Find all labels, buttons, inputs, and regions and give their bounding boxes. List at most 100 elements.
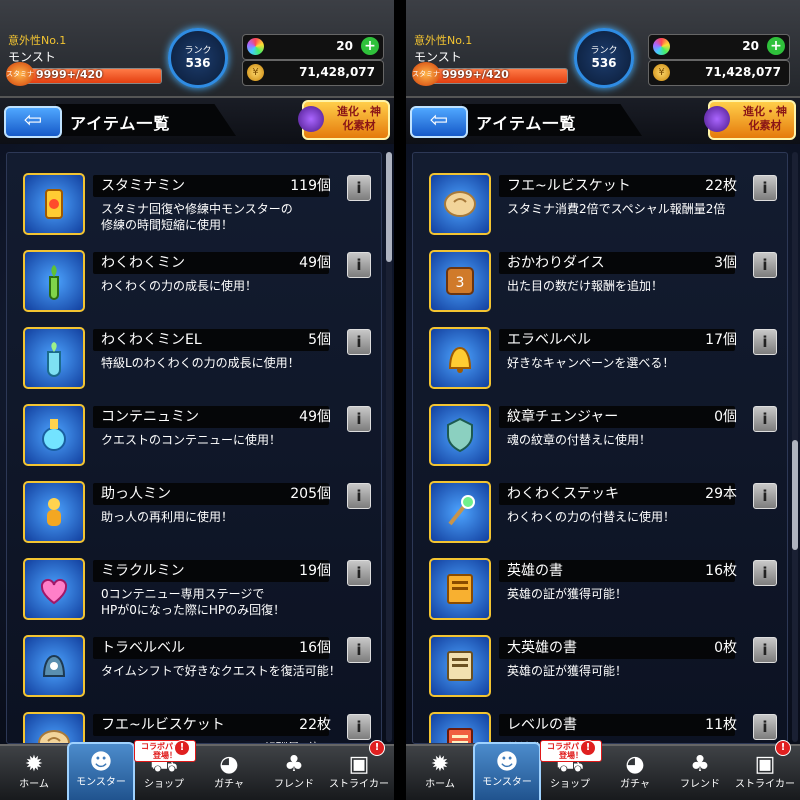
nav-label: ガチャ — [620, 779, 650, 790]
item-name: フエ~ルビスケット — [101, 717, 225, 733]
info-button[interactable]: i — [347, 637, 371, 663]
nav-label: ストライカー — [735, 779, 795, 790]
nav-label: ストライカー — [329, 779, 389, 790]
info-button[interactable]: i — [753, 175, 777, 201]
stamina-icon: スタミナ — [6, 62, 34, 86]
item-list[interactable]: スタミナミン 119個 i スタミナ回復や修練中モンスターの 修練の時間短縮に使… — [6, 152, 382, 744]
striker-card-icon: ▣ — [348, 752, 370, 777]
item-count: 17個 — [705, 332, 737, 348]
item-count: 16枚 — [705, 563, 737, 579]
list-item[interactable]: 紋章チェンジャー 0個 i 魂の紋章の付替えに使用！ — [419, 392, 781, 466]
list-item[interactable]: コンテニュミン 49個 i クエストのコンテニューに使用！ — [13, 392, 375, 466]
home-icon: ✹ — [24, 752, 44, 777]
list-item[interactable]: スタミナミン 119個 i スタミナ回復や修練中モンスターの 修練の時間短縮に使… — [13, 161, 375, 235]
sprout-bottle-icon — [23, 250, 85, 312]
list-item[interactable]: 助っ人ミン 205個 i 助っ人の再利用に使用！ — [13, 469, 375, 543]
nav-home[interactable]: ✹ ホーム — [408, 746, 472, 800]
list-item[interactable]: エラベルベル 17個 i 好きなキャンペーンを選べる！ — [419, 315, 781, 389]
scroll-thumb[interactable] — [792, 440, 798, 550]
nav-gacha-egg[interactable]: ◕ ガチャ — [197, 746, 261, 800]
alert-badge: ! — [775, 740, 791, 756]
back-arrow-icon: ⇦ — [429, 108, 449, 133]
list-item[interactable]: 大英雄の書 0枚 i 英雄の証が獲得可能！ — [419, 623, 781, 697]
add-gems-button[interactable]: + — [361, 37, 379, 55]
item-name: わくわくミン — [101, 255, 185, 271]
nav-shop-cart[interactable]: ⛟ ショップ コラボパック登場！! — [132, 740, 196, 800]
page-title: アイテム一覧 — [476, 114, 577, 133]
list-item[interactable]: トラベルベル 16個 i タイムシフトで好きなクエストを復活可能！ — [13, 623, 375, 697]
info-button[interactable]: i — [347, 406, 371, 432]
info-button[interactable]: i — [753, 252, 777, 278]
nav-friend[interactable]: ♣ フレンド — [262, 746, 326, 800]
nav-gacha-egg[interactable]: ◕ ガチャ — [603, 746, 667, 800]
rank-badge[interactable]: ランク 536 — [168, 28, 228, 88]
nav-striker-card[interactable]: ▣ ストライカー! — [327, 740, 391, 800]
item-name: スタミナミン — [101, 178, 185, 194]
list-item[interactable]: わくわくミン 49個 i わくわくの力の成長に使用！ — [13, 238, 375, 312]
orb-icon — [653, 38, 670, 55]
item-count: 19個 — [299, 563, 331, 579]
info-button[interactable]: i — [753, 637, 777, 663]
add-gems-button[interactable]: + — [767, 37, 785, 55]
evolution-materials-button[interactable]: 進化・神化素材 — [704, 100, 796, 140]
item-description: スタミナ消費2倍でスペシャル報酬量2倍 — [507, 202, 726, 216]
page-title: アイテム一覧 — [70, 114, 171, 133]
stamina-icon: スタミナ — [412, 62, 440, 86]
item-name: わくわくミンEL — [101, 332, 202, 348]
info-button[interactable]: i — [347, 252, 371, 278]
back-button[interactable]: ⇦ — [4, 106, 62, 138]
nav-home[interactable]: ✹ ホーム — [2, 746, 66, 800]
list-item[interactable]: レベルの書 11枚 i 獣神化モンスターの レベル上限を120に解放！ — [419, 700, 781, 743]
list-item[interactable]: 英雄の書 16枚 i 英雄の証が獲得可能！ — [419, 546, 781, 620]
back-button[interactable]: ⇦ — [410, 106, 468, 138]
coin-value: 71,428,077 — [705, 65, 781, 79]
info-button[interactable]: i — [753, 406, 777, 432]
nav-friend[interactable]: ♣ フレンド — [668, 746, 732, 800]
info-button[interactable]: i — [753, 560, 777, 586]
item-list[interactable]: フエ~ルビスケット 22枚 i スタミナ消費2倍でスペシャル報酬量2倍 3 おか… — [412, 152, 788, 744]
list-item[interactable]: フエ~ルビスケット 22枚 i スタミナ消費2倍でスペシャル報酬量2倍 — [419, 161, 781, 235]
info-button[interactable]: i — [347, 483, 371, 509]
alert-badge: ! — [580, 740, 596, 756]
nav-monster[interactable]: ☻ モンスター — [67, 742, 135, 800]
travel-bell-icon — [23, 635, 85, 697]
list-item[interactable]: わくわくステッキ 29本 i わくわくの力の付替えに使用！ — [419, 469, 781, 543]
list-item[interactable]: ミラクルミン 19個 i 0コンテニュー専用ステージで HPが0になった際にHP… — [13, 546, 375, 620]
item-name: レベルの書 — [507, 717, 577, 733]
nav-striker-card[interactable]: ▣ ストライカー! — [733, 740, 797, 800]
item-name: わくわくステッキ — [507, 486, 619, 502]
info-button[interactable]: i — [347, 560, 371, 586]
nav-monster[interactable]: ☻ モンスター — [473, 742, 541, 800]
left-screen: 意外性No.1 モンスト スタミナ 9999+/420 ランク 536 20 +… — [0, 0, 394, 800]
wand-icon — [429, 481, 491, 543]
evolution-materials-button[interactable]: 進化・神化素材 — [298, 100, 390, 140]
info-button[interactable]: i — [347, 175, 371, 201]
nav-shop-cart[interactable]: ⛟ ショップ コラボパック登場！! — [538, 740, 602, 800]
el-bottle-icon — [23, 327, 85, 389]
gem-value: 20 — [742, 39, 759, 53]
info-button[interactable]: i — [753, 714, 777, 740]
info-button[interactable]: i — [753, 483, 777, 509]
info-button[interactable]: i — [347, 329, 371, 355]
continue-flask-icon — [23, 404, 85, 466]
evolution-materials-label: 進化・神化素材 — [743, 105, 787, 132]
item-description: わくわくの力の成長に使用！ — [101, 279, 258, 293]
nav-label: ホーム — [425, 779, 455, 790]
item-name: ミラクルミン — [101, 563, 185, 579]
item-description: スタミナ回復や修練中モンスターの 修練の時間短縮に使用！ — [101, 202, 293, 232]
item-name: コンテニュミン — [101, 409, 199, 425]
list-item[interactable]: フエ~ルビスケット 22枚 i スタミナ消費2倍でスペシャル報酬量2倍 — [13, 700, 375, 743]
list-item[interactable]: わくわくミンEL 5個 i 特級Lのわくわくの力の成長に使用！ — [13, 315, 375, 389]
scrollbar[interactable] — [792, 152, 798, 742]
helper-icon — [23, 481, 85, 543]
item-name: 大英雄の書 — [507, 640, 577, 656]
scroll-thumb[interactable] — [386, 152, 392, 262]
scrollbar[interactable] — [386, 152, 392, 742]
item-name: エラベルベル — [507, 332, 591, 348]
info-button[interactable]: i — [753, 329, 777, 355]
nav-label: ショップ — [144, 779, 184, 790]
rank-badge[interactable]: ランク 536 — [574, 28, 634, 88]
list-item[interactable]: 3 おかわりダイス 3個 i 出た目の数だけ報酬を追加！ — [419, 238, 781, 312]
info-button[interactable]: i — [347, 714, 371, 740]
rank-label: ランク — [590, 46, 618, 56]
